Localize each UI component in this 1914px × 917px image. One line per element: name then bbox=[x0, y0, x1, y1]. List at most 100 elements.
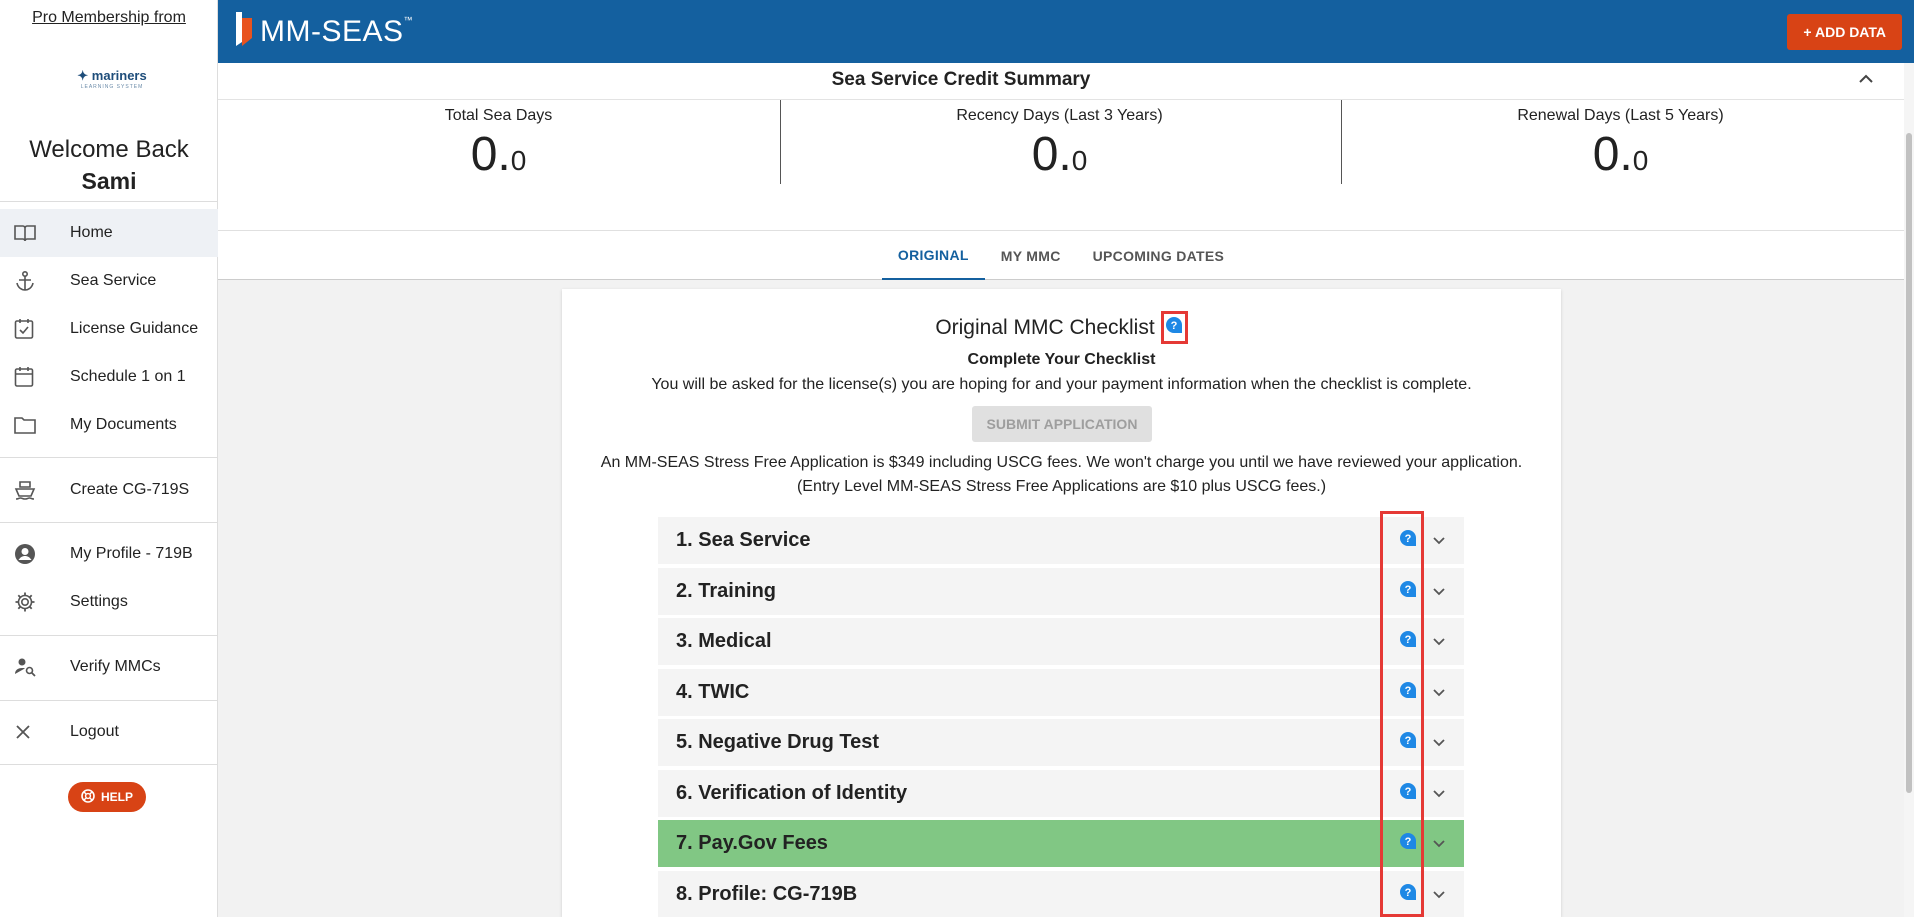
welcome-text: Welcome Back bbox=[29, 136, 189, 163]
checklist-item-sea-service[interactable]: 1. Sea Service ? bbox=[658, 517, 1464, 564]
help-bubble-icon[interactable]: ? bbox=[1399, 782, 1417, 805]
sidebar-item-sea-service[interactable]: Sea Service bbox=[0, 257, 218, 305]
tab-upcoming-dates[interactable]: UPCOMING DATES bbox=[1077, 231, 1241, 280]
ship-icon bbox=[0, 479, 70, 501]
sidebar: Pro Membership from ✦ mariners LEARNING … bbox=[0, 0, 218, 917]
top-app-bar: MM-SEAS™ + ADD DATA bbox=[218, 0, 1914, 63]
svg-text:?: ? bbox=[1405, 533, 1412, 545]
help-bubble-icon[interactable]: ? bbox=[1165, 316, 1183, 340]
sidebar-item-settings[interactable]: Settings bbox=[0, 578, 218, 626]
help-bubble-icon[interactable]: ? bbox=[1399, 681, 1417, 704]
stat-divider bbox=[780, 100, 781, 184]
svg-text:?: ? bbox=[1405, 735, 1412, 747]
divider bbox=[0, 700, 218, 701]
username: Sami bbox=[81, 168, 137, 194]
logo-word: mariners bbox=[91, 68, 147, 83]
add-data-button[interactable]: + ADD DATA bbox=[1787, 14, 1902, 50]
sidebar-item-license-guidance[interactable]: License Guidance bbox=[0, 305, 218, 353]
checklist-item-label: 6. Verification of Identity bbox=[676, 781, 908, 804]
svg-text:?: ? bbox=[1171, 320, 1178, 332]
sidebar-item-create-cg719s[interactable]: Create CG-719S bbox=[0, 466, 218, 514]
svg-text:?: ? bbox=[1405, 634, 1412, 646]
calendar-icon bbox=[0, 366, 70, 388]
scrollbar-thumb[interactable] bbox=[1906, 133, 1912, 793]
checklist-subtitle: Complete Your Checklist bbox=[967, 351, 1156, 368]
chevron-down-icon[interactable] bbox=[1431, 583, 1447, 604]
help-bubble-icon[interactable]: ? bbox=[1399, 529, 1417, 552]
stat-value-frac: 0 bbox=[510, 145, 527, 176]
svg-text:?: ? bbox=[1405, 786, 1412, 798]
lifebuoy-icon bbox=[81, 788, 95, 806]
folder-icon bbox=[0, 416, 70, 434]
fee-line: An MM-SEAS Stress Free Application is $3… bbox=[600, 454, 1523, 471]
divider bbox=[0, 201, 218, 202]
brand-logo[interactable]: MM-SEAS™ bbox=[234, 12, 413, 51]
help-bubble-icon[interactable]: ? bbox=[1399, 731, 1417, 754]
scrollbar[interactable] bbox=[1904, 63, 1914, 917]
divider bbox=[0, 635, 218, 636]
checklist-item-training[interactable]: 2. Training ? bbox=[658, 567, 1464, 615]
compass-icon: ✦ bbox=[77, 68, 89, 83]
checklist-item-label: 5. Negative Drug Test bbox=[676, 731, 880, 753]
chevron-down-icon[interactable] bbox=[1431, 734, 1447, 755]
tab-bar: ORIGINAL MY MMC UPCOMING DATES bbox=[218, 231, 1904, 280]
stat-value-whole: 0. bbox=[1031, 128, 1072, 181]
sidebar-item-home[interactable]: Home bbox=[0, 209, 218, 257]
pro-membership-link[interactable]: Pro Membership from bbox=[0, 9, 218, 27]
sidebar-item-label: Sea Service bbox=[70, 272, 157, 289]
logo-subtext: LEARNING SYSTEM bbox=[80, 84, 144, 90]
sidebar-item-label: Schedule 1 on 1 bbox=[70, 368, 186, 385]
svg-text:?: ? bbox=[1405, 887, 1412, 899]
stat-divider bbox=[1341, 100, 1342, 184]
checklist-item-label: 1. Sea Service bbox=[676, 529, 811, 551]
chevron-down-icon[interactable] bbox=[1431, 785, 1447, 806]
gear-icon bbox=[0, 591, 70, 613]
submit-application-button[interactable]: SUBMIT APPLICATION bbox=[972, 406, 1152, 442]
help-button[interactable]: HELP bbox=[68, 782, 146, 812]
sidebar-item-schedule[interactable]: Schedule 1 on 1 bbox=[0, 353, 218, 401]
checklist-item-drug-test[interactable]: 5. Negative Drug Test ? bbox=[658, 719, 1464, 766]
title-help-highlight: ? bbox=[1160, 311, 1188, 344]
stat-value-whole: 0. bbox=[1592, 128, 1633, 181]
sidebar-item-label: My Documents bbox=[70, 416, 177, 433]
stat-value-whole: 0. bbox=[470, 128, 511, 181]
stat-value-frac: 0 bbox=[1632, 145, 1649, 176]
chevron-down-icon[interactable] bbox=[1431, 684, 1447, 705]
fee-text: An MM-SEAS Stress Free Application is $3… bbox=[562, 451, 1561, 499]
stat-value: 0.0 bbox=[779, 127, 1340, 182]
person-search-icon bbox=[0, 657, 70, 677]
sidebar-item-my-profile[interactable]: My Profile - 719B bbox=[0, 530, 218, 578]
chevron-up-icon[interactable] bbox=[1856, 69, 1876, 94]
sidebar-item-verify-mmcs[interactable]: Verify MMCs bbox=[0, 643, 218, 691]
sidebar-item-logout[interactable]: Logout bbox=[0, 708, 218, 756]
tab-my-mmc[interactable]: MY MMC bbox=[985, 231, 1077, 280]
divider bbox=[0, 522, 218, 523]
sidebar-item-label: My Profile - 719B bbox=[70, 545, 193, 562]
help-bubble-icon[interactable]: ? bbox=[1399, 832, 1417, 855]
divider bbox=[0, 764, 218, 765]
checklist-item-profile-cg719b[interactable]: 8. Profile: CG-719B ? bbox=[658, 870, 1464, 917]
help-bubble-icon[interactable]: ? bbox=[1399, 883, 1417, 906]
checklist-title: Original MMC Checklist bbox=[935, 315, 1155, 339]
help-bubble-icon[interactable]: ? bbox=[1399, 580, 1417, 603]
sea-service-summary: Sea Service Credit Summary Total Sea Day… bbox=[218, 63, 1904, 231]
tab-original[interactable]: ORIGINAL bbox=[881, 231, 985, 280]
fee-line: (Entry Level MM-SEAS Stress Free Applica… bbox=[796, 478, 1327, 495]
checklist-item-medical[interactable]: 3. Medical ? bbox=[658, 618, 1464, 665]
help-bubble-icon[interactable]: ? bbox=[1399, 630, 1417, 653]
chevron-down-icon[interactable] bbox=[1431, 835, 1447, 856]
chevron-down-icon[interactable] bbox=[1431, 886, 1447, 907]
checklist-item-twic[interactable]: 4. TWIC ? bbox=[658, 668, 1464, 716]
checklist-item-paygov-fees[interactable]: 7. Pay.Gov Fees ? bbox=[658, 820, 1464, 867]
sidebar-item-my-documents[interactable]: My Documents bbox=[0, 401, 218, 449]
stat-label: Total Sea Days bbox=[444, 107, 553, 124]
sidebar-item-label: Home bbox=[70, 224, 113, 241]
sidebar-item-label: Settings bbox=[70, 593, 128, 610]
checklist-item-verification-of-identity[interactable]: 6. Verification of Identity ? bbox=[658, 769, 1464, 817]
calendar-check-icon bbox=[0, 318, 70, 340]
close-icon bbox=[0, 723, 70, 741]
chevron-down-icon[interactable] bbox=[1431, 633, 1447, 654]
anchor-icon bbox=[0, 270, 70, 292]
chevron-down-icon[interactable] bbox=[1431, 532, 1447, 553]
svg-text:?: ? bbox=[1405, 836, 1412, 848]
